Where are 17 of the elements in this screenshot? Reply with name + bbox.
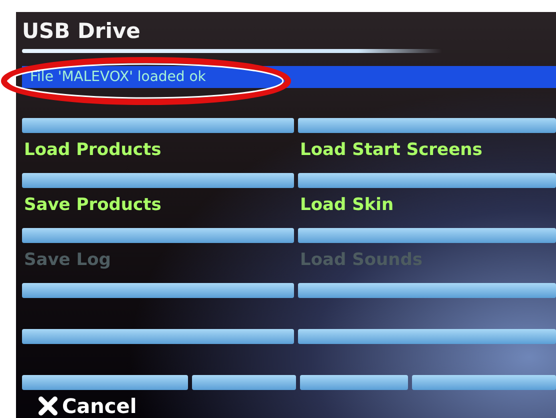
screen-title: USB Drive (22, 18, 142, 44)
button-bar[interactable] (298, 173, 556, 188)
button-bar[interactable] (22, 228, 294, 243)
cancel-button[interactable]: Cancel (22, 394, 141, 418)
empty-button[interactable] (298, 283, 556, 298)
menu-button[interactable]: Save Products (22, 194, 162, 216)
button-bar[interactable] (22, 118, 294, 133)
close-icon (38, 396, 58, 416)
menu-button[interactable]: Load Skin (298, 194, 394, 216)
menu-button[interactable]: Load Products (22, 139, 162, 161)
empty-button[interactable] (22, 283, 294, 298)
button-bar[interactable] (22, 173, 294, 188)
button-bar[interactable] (298, 118, 556, 133)
menu-button[interactable]: Load Start Screens (298, 139, 482, 161)
button-bar[interactable] (298, 228, 556, 243)
empty-button[interactable] (298, 329, 556, 344)
empty-button[interactable] (22, 329, 294, 344)
